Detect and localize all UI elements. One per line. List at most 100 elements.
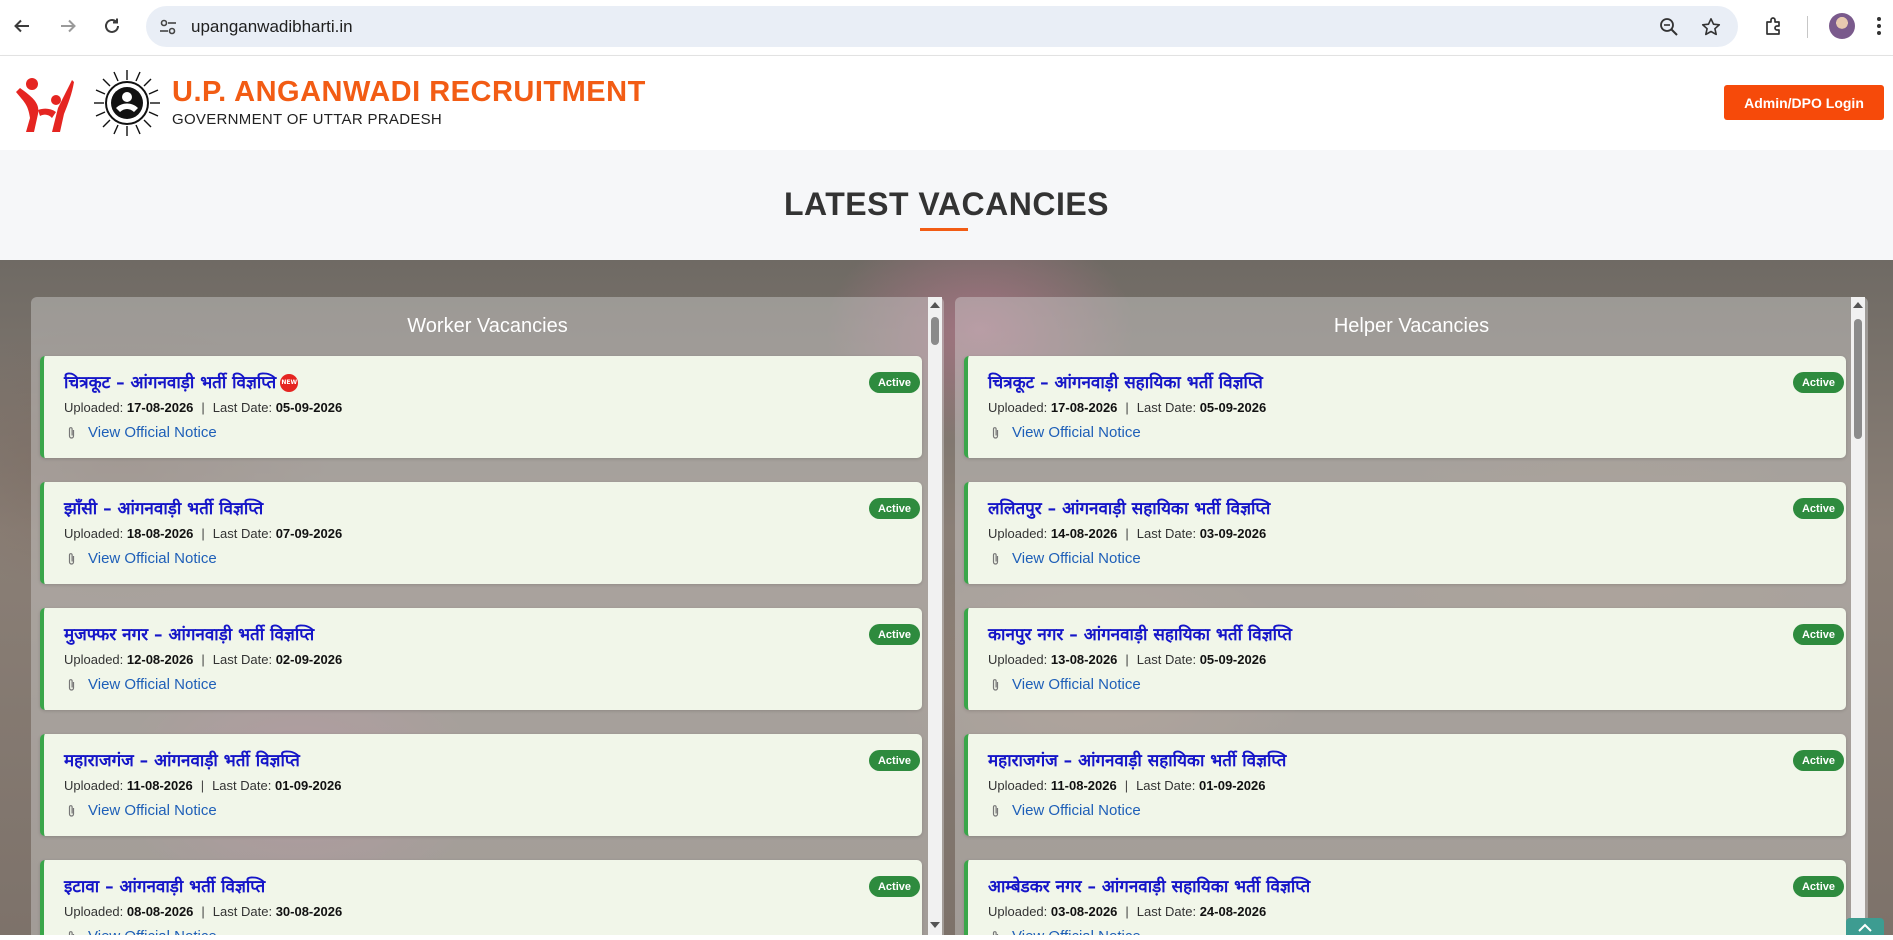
paperclip-icon [988,426,1002,440]
vacancy-title-text[interactable]: महाराजगंज – आंगनवाड़ी भर्ती विज्ञप्ति [64,751,300,771]
url-text[interactable]: upanganwadibharti.in [191,17,353,37]
view-official-notice-link[interactable]: View Official Notice [64,550,217,567]
view-official-notice-text[interactable]: View Official Notice [1012,928,1141,935]
vacancy-title-text[interactable]: कानपुर नगर – आंगनवाड़ी सहायिका भर्ती विज… [988,625,1292,645]
paperclip-icon [988,804,1002,818]
site-header: U.P. ANGANWADI RECRUITMENT GOVERNMENT OF… [0,56,1893,150]
forward-button[interactable] [52,10,84,42]
view-official-notice-link[interactable]: View Official Notice [64,928,217,935]
scroll-to-top-icon [1858,923,1872,932]
vacancy-dates: Uploaded: 03-08-2026 | Last Date: 24-08-20… [988,904,1266,919]
view-official-notice-text[interactable]: View Official Notice [88,928,217,935]
menu-dots-icon[interactable] [1870,12,1888,40]
vacancy-card[interactable]: इटावा – आंगनवाड़ी भर्ती विज्ञप्ति Uploade… [40,860,922,935]
view-official-notice-text[interactable]: View Official Notice [88,676,217,693]
worker-scroll-thumb[interactable] [931,317,939,345]
scroll-up-arrow-icon[interactable] [930,302,940,308]
address-bar[interactable]: upanganwadibharti.in [146,6,1738,47]
vacancy-title-text[interactable]: चित्रकूट – आंगनवाड़ी सहायिका भर्ती विज्ञ… [988,373,1263,393]
meta-separator: | [1124,778,1129,793]
vacancy-card[interactable]: महाराजगंज – आंगनवाड़ी सहायिका भर्ती विज्… [964,734,1846,836]
view-official-notice-link[interactable]: View Official Notice [988,550,1141,567]
view-official-notice-link[interactable]: View Official Notice [988,802,1141,819]
vacancy-card[interactable]: झाँसी – आंगनवाड़ी भर्ती विज्ञप्ति Uploade… [40,482,922,584]
bookmark-star-icon[interactable] [1698,14,1724,40]
paperclip-icon [64,804,78,818]
worker-vacancies-panel: Worker Vacancies चित्रकूट – आंगनवाड़ी भर… [31,297,944,935]
vacancy-title[interactable]: झाँसी – आंगनवाड़ी भर्ती विज्ञप्ति [64,496,263,519]
up-government-emblem [94,70,160,136]
vacancy-card[interactable]: चित्रकूट – आंगनवाड़ी भर्ती विज्ञप्ति NEW U… [40,356,922,458]
view-official-notice-text[interactable]: View Official Notice [1012,550,1141,567]
zoom-icon[interactable] [1656,14,1682,40]
view-official-notice-text[interactable]: View Official Notice [88,550,217,567]
vacancy-title-text[interactable]: चित्रकूट – आंगनवाड़ी भर्ती विज्ञप्ति [64,373,276,393]
helper-vacancies-panel: Helper Vacancies चित्रकूट – आंगनवाड़ी सह… [955,297,1868,935]
view-official-notice-text[interactable]: View Official Notice [1012,676,1141,693]
helper-scroll-thumb[interactable] [1854,319,1862,439]
view-official-notice-link[interactable]: View Official Notice [988,424,1141,441]
vacancy-card[interactable]: मुजफ्फर नगर – आंगनवाड़ी भर्ती विज्ञप्ति U… [40,608,922,710]
vacancy-card[interactable]: कानपुर नगर – आंगनवाड़ी सहायिका भर्ती विज… [964,608,1846,710]
paperclip-icon [64,930,78,935]
vacancy-title-text[interactable]: ललितपुर – आंगनवाड़ी सहायिका भर्ती विज्ञप… [988,499,1270,519]
anganwadi-logo[interactable] [12,74,76,134]
vacancy-title[interactable]: कानपुर नगर – आंगनवाड़ी सहायिका भर्ती विज… [988,622,1292,645]
status-badge: Active [1792,372,1844,393]
vacancy-title[interactable]: महाराजगंज – आंगनवाड़ी सहायिका भर्ती विज्… [988,748,1286,771]
helper-panel-scrollbar[interactable] [1851,297,1865,935]
vacancy-title-text[interactable]: महाराजगंज – आंगनवाड़ी सहायिका भर्ती विज्… [988,751,1286,771]
last-date-value: 01-09-2026 [274,778,342,793]
view-official-notice-text[interactable]: View Official Notice [88,424,217,441]
view-official-notice-link[interactable]: View Official Notice [64,676,217,693]
extensions-icon[interactable] [1760,12,1788,40]
last-date-value: 30-08-2026 [275,904,343,919]
vacancy-title[interactable]: ललितपुर – आंगनवाड़ी सहायिका भर्ती विज्ञप… [988,496,1270,519]
vacancy-title[interactable]: चित्रकूट – आंगनवाड़ी भर्ती विज्ञप्ति NEW [64,370,299,393]
vacancy-title[interactable]: इटावा – आंगनवाड़ी भर्ती विज्ञप्ति [64,874,265,897]
vacancy-card[interactable]: ललितपुर – आंगनवाड़ी सहायिका भर्ती विज्ञप… [964,482,1846,584]
uploaded-label: Uploaded: [64,400,124,415]
vacancy-dates: Uploaded: 17-08-2026 | Last Date: 05-09-20… [988,400,1266,415]
scroll-to-top-button[interactable] [1846,918,1884,935]
view-official-notice-text[interactable]: View Official Notice [88,802,217,819]
meta-separator: | [201,652,205,667]
section-title-underline [920,228,968,231]
view-official-notice-link[interactable]: View Official Notice [64,802,217,819]
status-badge: Active [868,372,920,393]
view-official-notice-text[interactable]: View Official Notice [1012,802,1141,819]
vacancy-card[interactable]: महाराजगंज – आंगनवाड़ी भर्ती विज्ञप्ति Upl… [40,734,922,836]
uploaded-label: Uploaded: [988,904,1048,919]
view-official-notice-link[interactable]: View Official Notice [64,424,217,441]
meta-separator: | [1125,904,1129,919]
uploaded-date: 12-08-2026 [126,652,194,667]
vacancy-title-text[interactable]: मुजफ्फर नगर – आंगनवाड़ी भर्ती विज्ञप्ति [64,625,314,645]
view-official-notice-link[interactable]: View Official Notice [988,928,1141,935]
vacancy-title-text[interactable]: आम्बेडकर नगर – आंगनवाड़ी सहायिका भर्ती व… [988,877,1310,897]
meta-separator: | [201,400,205,415]
vacancy-title[interactable]: महाराजगंज – आंगनवाड़ी भर्ती विज्ञप्ति [64,748,300,771]
vacancy-title-text[interactable]: इटावा – आंगनवाड़ी भर्ती विज्ञप्ति [64,877,265,897]
section-title: LATEST VACANCIES [783,186,1110,222]
profile-avatar[interactable] [1829,13,1855,39]
site-title[interactable]: U.P. ANGANWADI RECRUITMENT [172,76,646,109]
admin-login-button[interactable]: Admin/DPO Login [1724,85,1884,120]
vacancy-title[interactable]: आम्बेडकर नगर – आंगनवाड़ी सहायिका भर्ती व… [988,874,1310,897]
vacancy-title[interactable]: मुजफ्फर नगर – आंगनवाड़ी भर्ती विज्ञप्ति [64,622,314,645]
view-official-notice-link[interactable]: View Official Notice [988,676,1141,693]
back-button[interactable] [6,10,38,42]
reload-button[interactable] [96,10,128,42]
vacancy-card[interactable]: आम्बेडकर नगर – आंगनवाड़ी सहायिका भर्ती व… [964,860,1846,935]
scroll-down-arrow-icon[interactable] [930,922,940,928]
scroll-up-arrow-icon[interactable] [1853,302,1863,308]
status-badge: Active [868,750,920,771]
view-official-notice-text[interactable]: View Official Notice [1012,424,1141,441]
vacancy-title[interactable]: चित्रकूट – आंगनवाड़ी सहायिका भर्ती विज्ञ… [988,370,1263,393]
worker-panel-scrollbar[interactable] [928,297,942,935]
vacancy-dates: Uploaded: 13-08-2026 | Last Date: 05-09-20… [988,652,1266,667]
last-date-value: 01-09-2026 [1198,778,1266,793]
meta-separator: | [1125,400,1129,415]
vacancy-card[interactable]: चित्रकूट – आंगनवाड़ी सहायिका भर्ती विज्ञ… [964,356,1846,458]
site-settings-icon[interactable] [158,17,178,37]
vacancy-title-text[interactable]: झाँसी – आंगनवाड़ी भर्ती विज्ञप्ति [64,499,263,519]
